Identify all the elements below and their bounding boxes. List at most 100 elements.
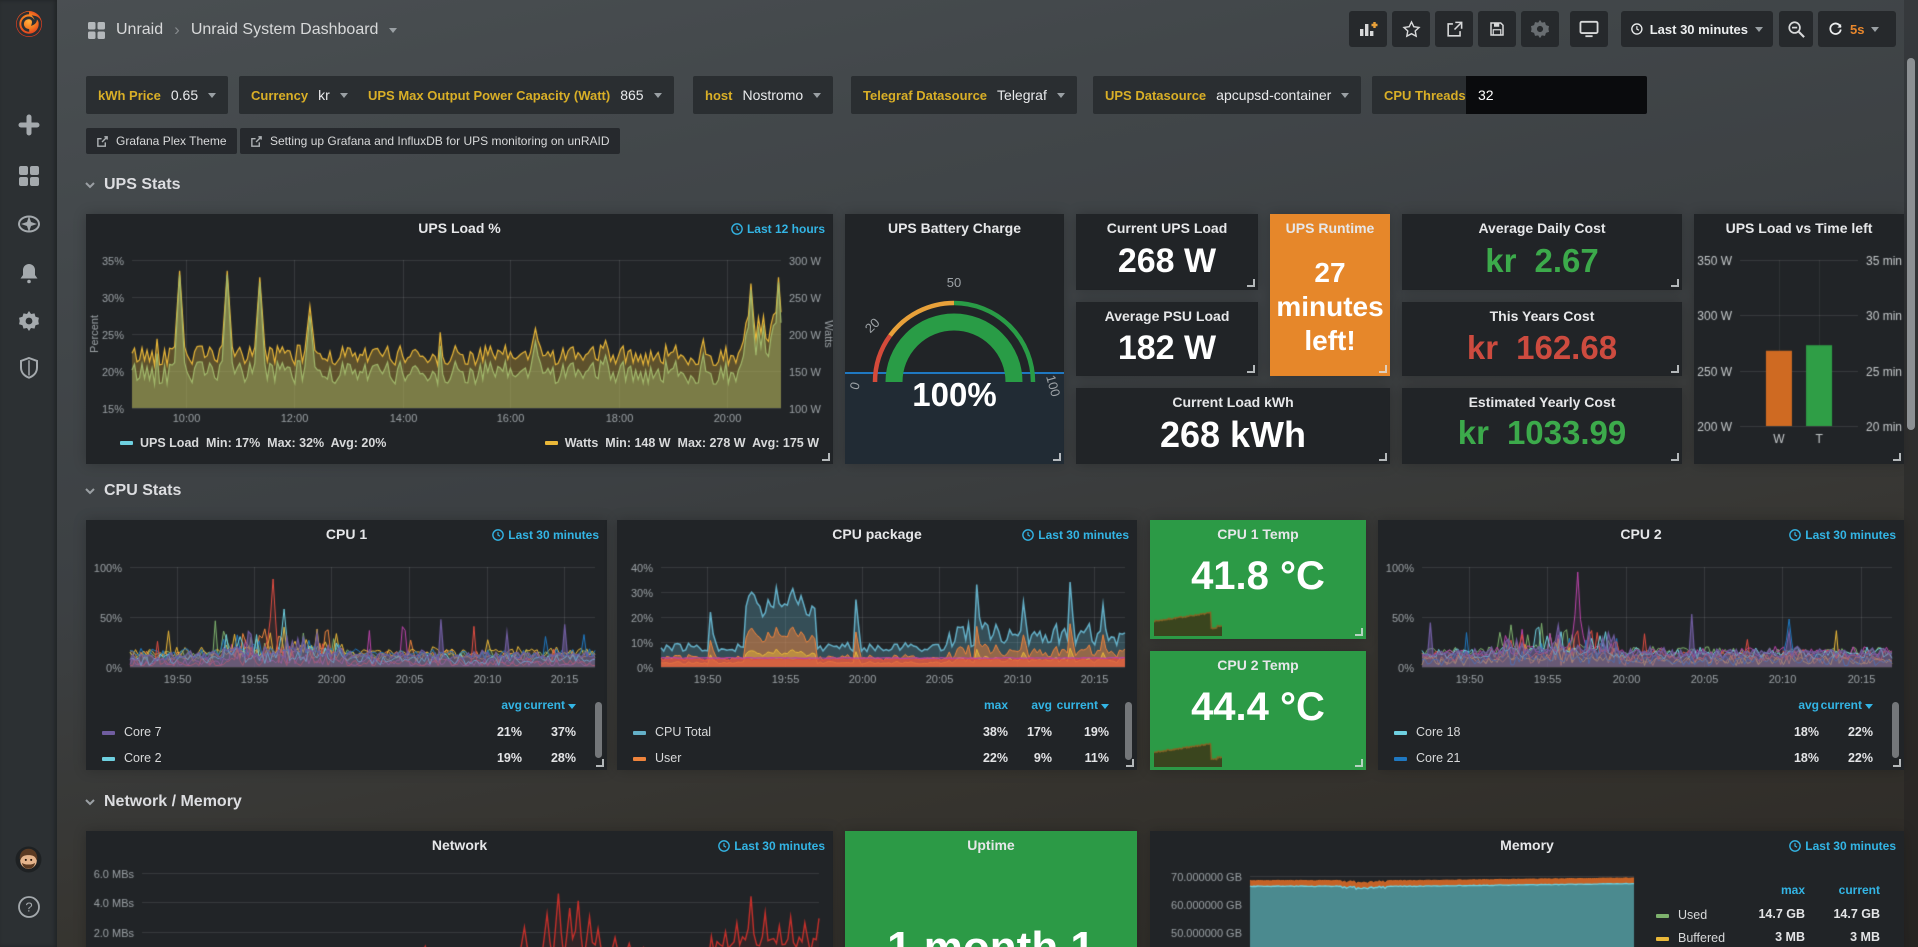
variable-value[interactable]: Nostromo: [742, 87, 803, 103]
panel-title[interactable]: CPU 1 Temp: [1186, 526, 1330, 542]
time-range-picker[interactable]: Last 30 minutes: [1621, 11, 1773, 47]
legend-scrollbar[interactable]: [1892, 702, 1899, 758]
panel-resize-handle[interactable]: [1053, 453, 1061, 461]
panel-title[interactable]: This Years Cost: [1438, 308, 1646, 324]
panel-resize-handle[interactable]: [1671, 279, 1679, 287]
panel-resize-handle[interactable]: [1671, 365, 1679, 373]
legend-series[interactable]: Core 18: [1416, 725, 1460, 739]
panel-resize-handle[interactable]: [1893, 453, 1901, 461]
settings-button[interactable]: [1521, 11, 1559, 47]
panel-resize-handle[interactable]: [1247, 279, 1255, 287]
variable-kwh-price[interactable]: kWh Price 0.65: [86, 76, 228, 114]
panel-resize-handle[interactable]: [1379, 453, 1387, 461]
panel-resize-handle[interactable]: [1247, 365, 1255, 373]
panel-title[interactable]: UPS Battery Charge: [881, 220, 1028, 236]
legend-series[interactable]: UPS Load: [140, 436, 199, 450]
panel-title[interactable]: Current UPS Load: [1084, 220, 1250, 236]
variable-telegraf-datasource[interactable]: Telegraf Datasource Telegraf: [851, 76, 1077, 114]
sidebar-item-create[interactable]: [0, 114, 57, 136]
legend-col-avg[interactable]: avg: [1798, 698, 1819, 712]
legend-col-avg[interactable]: avg: [501, 698, 522, 712]
legend-series[interactable]: Used: [1678, 908, 1707, 922]
share-button[interactable]: [1435, 11, 1473, 47]
variable-value[interactable]: kr: [318, 87, 330, 103]
panel-time-range[interactable]: Last 12 hours: [731, 222, 825, 236]
panel-title[interactable]: Network: [122, 837, 797, 853]
panel-resize-handle[interactable]: [1126, 759, 1134, 767]
panel-resize-handle[interactable]: [1379, 365, 1387, 373]
dashboard-title-caret-icon[interactable]: [389, 28, 397, 33]
legend-series[interactable]: User: [655, 751, 681, 765]
sidebar-item-explore[interactable]: [0, 213, 57, 235]
variable-ups-max-output[interactable]: UPS Max Output Power Capacity (Watt) 865: [356, 76, 674, 114]
sidebar-item-configuration[interactable]: [0, 310, 57, 332]
battery-gauge[interactable]: 02050100: [845, 214, 1064, 464]
legend-col-current[interactable]: current: [1821, 698, 1873, 712]
breadcrumb-root[interactable]: Unraid: [116, 21, 163, 39]
legend-col-current[interactable]: current: [524, 698, 576, 712]
user-avatar[interactable]: [0, 846, 57, 873]
panel-title[interactable]: CPU 2 Temp: [1186, 657, 1330, 673]
page-scrollbar-thumb[interactable]: [1907, 58, 1915, 430]
variable-ups-datasource[interactable]: UPS Datasource apcupsd-container: [1093, 76, 1361, 114]
variable-currency[interactable]: Currency kr: [239, 76, 360, 114]
legend-series[interactable]: Buffered: [1678, 931, 1725, 945]
panel-resize-handle[interactable]: [822, 453, 830, 461]
legend-scrollbar[interactable]: [1125, 702, 1132, 760]
help-icon[interactable]: ?: [0, 895, 57, 919]
panel-time-range[interactable]: Last 30 minutes: [718, 839, 825, 853]
legend-col-current[interactable]: current: [1057, 698, 1109, 712]
panel-time-range[interactable]: Last 30 minutes: [1022, 528, 1129, 542]
dashboard-title[interactable]: Unraid System Dashboard: [191, 21, 379, 39]
panel-resize-handle[interactable]: [596, 759, 604, 767]
legend-scrollbar[interactable]: [595, 702, 602, 758]
variable-host[interactable]: host Nostromo: [693, 76, 833, 114]
section-network-memory[interactable]: Network / Memory: [84, 793, 242, 811]
sidebar-item-server-admin[interactable]: [0, 357, 57, 379]
dashboard-link-ups-guide[interactable]: Setting up Grafana and InfluxDB for UPS …: [240, 128, 620, 154]
variable-value[interactable]: apcupsd-container: [1216, 87, 1331, 103]
panel-title[interactable]: Average PSU Load: [1084, 308, 1250, 324]
panel-time-range[interactable]: Last 30 minutes: [492, 528, 599, 542]
panel-time-range[interactable]: Last 30 minutes: [1789, 839, 1896, 853]
panel-title[interactable]: Memory: [1186, 837, 1868, 853]
legend-col-avg[interactable]: avg: [1031, 698, 1052, 712]
sidebar-item-alerting[interactable]: [0, 262, 57, 284]
legend-series[interactable]: CPU Total: [655, 725, 711, 739]
sidebar-item-dashboards[interactable]: [0, 165, 57, 187]
panel-title[interactable]: UPS Runtime: [1274, 220, 1386, 236]
tv-mode-button[interactable]: [1570, 11, 1608, 47]
grafana-logo-icon[interactable]: [0, 6, 57, 42]
cpu-threads-input[interactable]: [1466, 76, 1647, 114]
legend-col-max[interactable]: max: [1781, 883, 1805, 897]
save-button[interactable]: [1478, 11, 1516, 47]
load-vs-time-bar-chart[interactable]: [1694, 214, 1904, 464]
legend-series[interactable]: Core 7: [124, 725, 162, 739]
panel-title[interactable]: UPS Load vs Time left: [1700, 220, 1898, 236]
variable-value[interactable]: 0.65: [171, 87, 198, 103]
panel-resize-handle[interactable]: [1893, 759, 1901, 767]
dashboard-link-plex-theme[interactable]: Grafana Plex Theme: [86, 128, 237, 154]
star-button[interactable]: [1392, 11, 1430, 47]
panel-title[interactable]: Estimated Yearly Cost: [1438, 394, 1646, 410]
panel-title[interactable]: Average Daily Cost: [1438, 220, 1646, 236]
panel-resize-handle[interactable]: [1671, 453, 1679, 461]
add-panel-button[interactable]: [1349, 11, 1387, 47]
panel-title[interactable]: UPS Load %: [122, 220, 797, 236]
legend-col-max[interactable]: max: [984, 698, 1008, 712]
panel-resize-handle[interactable]: [1355, 628, 1363, 636]
legend-col-current[interactable]: current: [1839, 883, 1880, 897]
panel-time-range[interactable]: Last 30 minutes: [1789, 528, 1896, 542]
ups-load-graph[interactable]: [86, 214, 833, 464]
refresh-picker[interactable]: 5s: [1818, 11, 1896, 47]
legend-series[interactable]: Core 21: [1416, 751, 1460, 765]
legend-series[interactable]: Core 2: [124, 751, 162, 765]
panel-title[interactable]: Current Load kWh: [1112, 394, 1354, 410]
panel-resize-handle[interactable]: [1355, 759, 1363, 767]
variable-value[interactable]: Telegraf: [997, 87, 1047, 103]
legend-series[interactable]: Watts: [565, 436, 599, 450]
variable-value[interactable]: 865: [620, 87, 643, 103]
zoom-out-button[interactable]: [1779, 11, 1813, 47]
panel-title[interactable]: Uptime: [881, 837, 1101, 853]
section-cpu-stats[interactable]: CPU Stats: [84, 482, 181, 500]
